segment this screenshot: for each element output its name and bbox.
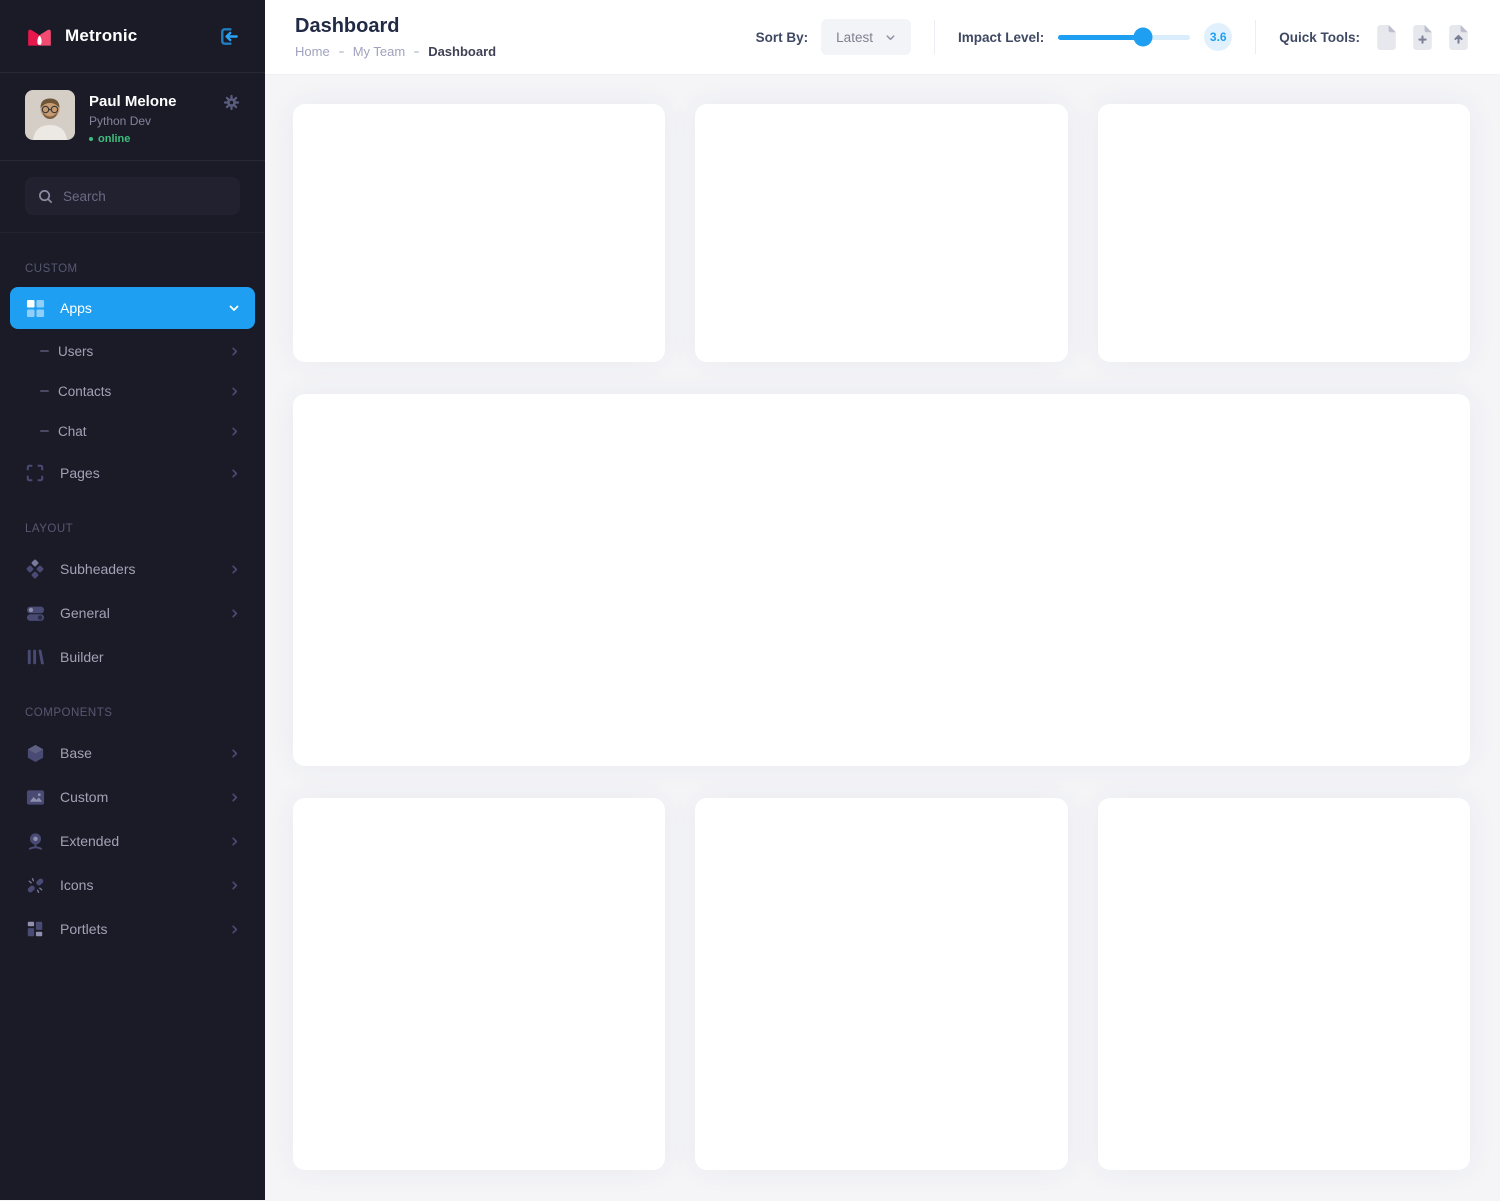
chevron-right-icon [229, 748, 240, 759]
chevron-right-icon [229, 426, 240, 437]
sidebar-item-apps[interactable]: Apps [10, 287, 255, 329]
breadcrumb: Home My Team Dashboard [295, 44, 496, 59]
card-wide [293, 394, 1470, 766]
file-upload-icon[interactable] [1447, 24, 1470, 51]
sidebar: Metronic [0, 0, 265, 1200]
card-2 [695, 104, 1067, 362]
user-info: Paul Melone Python Dev online [89, 90, 177, 145]
collapse-arrow-icon [217, 25, 240, 48]
cube-icon [25, 743, 45, 763]
chevron-down-icon [885, 32, 896, 43]
file-blank-icon[interactable] [1375, 24, 1398, 51]
sidebar-collapse-button[interactable] [217, 25, 240, 48]
avatar [25, 90, 75, 140]
impact-level-label: Impact Level: [958, 30, 1044, 45]
chevron-right-icon [229, 346, 240, 357]
sidebar-item-subheaders[interactable]: Subheaders [0, 547, 265, 591]
chevron-right-icon [229, 792, 240, 803]
card-5 [293, 798, 665, 1170]
sidebar-item-extended[interactable]: Extended [0, 819, 265, 863]
quick-tools-group [1375, 24, 1470, 51]
user-panel: Paul Melone Python Dev online [0, 73, 265, 161]
sidebar-item-pages[interactable]: Pages [0, 451, 265, 495]
impact-value-badge: 3.6 [1204, 23, 1232, 51]
impact-slider-thumb[interactable] [1133, 28, 1152, 47]
nav-section-custom: CUSTOM [0, 263, 265, 275]
user-settings-gear-icon[interactable] [223, 90, 240, 116]
sort-by-label: Sort By: [756, 30, 809, 45]
nav-section-components: COMPONENTS [0, 707, 265, 719]
breadcrumb-separator [414, 51, 419, 53]
search-input[interactable] [63, 189, 227, 204]
sidebar-item-builder[interactable]: Builder [0, 635, 265, 679]
breadcrumb-my-team[interactable]: My Team [353, 44, 406, 59]
image-icon [25, 787, 45, 807]
page-title: Dashboard [295, 15, 496, 38]
breadcrumb-separator [339, 51, 344, 53]
header-toolbar: Sort By: Latest Impact Level: 3.6 Quick … [756, 19, 1470, 55]
search-box[interactable] [25, 177, 240, 215]
grid-icon [25, 298, 45, 318]
user-name: Paul Melone [89, 93, 177, 110]
nav-section-layout: LAYOUT [0, 523, 265, 535]
sort-dropdown[interactable]: Latest [821, 19, 911, 55]
quick-tools-label: Quick Tools: [1279, 30, 1360, 45]
card-1 [293, 104, 665, 362]
chevron-right-icon [229, 880, 240, 891]
chevron-right-icon [229, 836, 240, 847]
chevron-right-icon [229, 608, 240, 619]
sort-dropdown-value: Latest [836, 30, 873, 45]
search-section [0, 161, 265, 233]
user-role: Python Dev [89, 114, 177, 128]
impact-slider-fill [1058, 35, 1142, 40]
dash-bullet-icon [40, 350, 49, 352]
dash-bullet-icon [40, 430, 49, 432]
chevron-down-icon [228, 302, 240, 314]
toolbar-divider [1255, 20, 1256, 54]
sidebar-item-base[interactable]: Base [0, 731, 265, 775]
chevron-right-icon [229, 468, 240, 479]
layout-icon [25, 919, 45, 939]
chevron-right-icon [229, 564, 240, 575]
header: Dashboard Home My Team Dashboard Sort By… [265, 0, 1500, 75]
breadcrumb-dashboard[interactable]: Dashboard [428, 44, 496, 59]
card-6 [695, 798, 1067, 1170]
card-7 [1098, 798, 1470, 1170]
metronic-logo-icon [25, 22, 54, 51]
sidebar-subitem-chat[interactable]: Chat [0, 411, 265, 451]
frame-icon [25, 463, 45, 483]
brand-bar: Metronic [0, 0, 265, 73]
chevron-right-icon [229, 924, 240, 935]
chevron-right-icon [229, 386, 240, 397]
impact-slider[interactable] [1058, 35, 1190, 40]
bars-icon [25, 647, 45, 667]
toolbar-divider [934, 20, 935, 54]
diamonds-icon [25, 559, 45, 579]
sidebar-item-icons[interactable]: Icons [0, 863, 265, 907]
sidebar-item-general[interactable]: General [0, 591, 265, 635]
dash-bullet-icon [40, 390, 49, 392]
brand-name: Metronic [65, 26, 137, 46]
sidebar-nav: CUSTOM Apps [0, 233, 265, 971]
title-block: Dashboard Home My Team Dashboard [295, 15, 496, 59]
search-icon [38, 189, 53, 204]
app-window: Metronic [0, 0, 1500, 1200]
toggles-icon [25, 603, 45, 623]
content-grid [265, 75, 1500, 1201]
card-3 [1098, 104, 1470, 362]
online-dot-icon [89, 137, 93, 141]
main-column: Dashboard Home My Team Dashboard Sort By… [265, 0, 1500, 1200]
breadcrumb-home[interactable]: Home [295, 44, 330, 59]
sidebar-subitem-contacts[interactable]: Contacts [0, 371, 265, 411]
broken-link-icon [25, 875, 45, 895]
sidebar-item-portlets[interactable]: Portlets [0, 907, 265, 951]
webcam-icon [25, 831, 45, 851]
file-plus-icon[interactable] [1411, 24, 1434, 51]
user-status: online [89, 133, 177, 145]
sidebar-item-custom[interactable]: Custom [0, 775, 265, 819]
sidebar-subitem-users[interactable]: Users [0, 331, 265, 371]
